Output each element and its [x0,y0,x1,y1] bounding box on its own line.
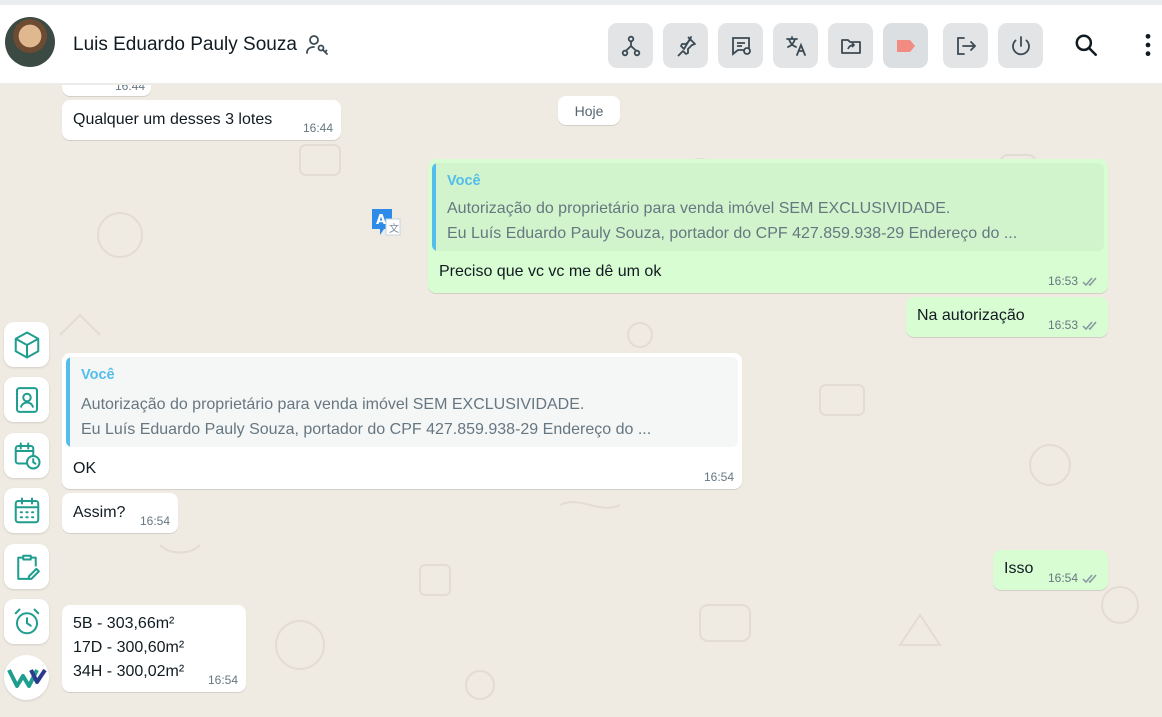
message-bubble-outgoing[interactable]: Na autorização 16:53 [906,297,1108,337]
contact-card-button[interactable] [4,377,49,422]
more-vert-icon [1145,33,1151,57]
message-bubble-incoming[interactable]: Você Autorização do proprietário para ve… [62,353,742,489]
message-bubble-outgoing[interactable]: Isso 16:54 [993,550,1108,590]
message-text: 5B - 303,66m² 17D - 300,60m² 34H - 300,0… [73,612,184,684]
more-menu-button[interactable] [1134,31,1162,59]
message-time: 16:44 [302,121,333,135]
app-logo-icon [6,668,47,688]
search-button[interactable] [1072,31,1100,59]
double-check-icon [1082,321,1097,330]
search-icon [1075,34,1097,56]
message-time: 16:53 [1048,318,1100,332]
message-text: Qualquer um desses 3 lotes [73,111,273,128]
app-logo-button[interactable] [4,655,49,700]
branch-button[interactable] [608,23,653,68]
quote-author: Você [81,367,115,383]
person-key-icon[interactable] [305,33,329,57]
lot-line: 17D - 300,60m² [73,639,185,656]
double-check-icon [1082,574,1097,583]
message-time: 16:54 [1048,571,1100,585]
message-bubble-incoming[interactable]: Assim? 16:54 [62,493,178,533]
translate-message-icon[interactable]: A 文 [370,207,402,239]
message-text: Assim? [73,504,126,521]
quote-line: Eu Luís Eduardo Pauly Souza, portador do… [447,225,1018,242]
quoted-message[interactable]: Você Autorização do proprietário para ve… [66,357,738,447]
pin-icon [676,35,696,57]
message-time: 16:53 [1048,274,1100,288]
message-text: Na autorização [917,307,1025,324]
cube-icon [14,331,39,358]
message-settings-button[interactable] [718,23,763,68]
message-bubble-incoming[interactable]: Qualquer um desses 3 lotes 16:44 [62,100,341,140]
forward-folder-button[interactable] [828,23,873,68]
avatar[interactable] [5,17,55,67]
quoted-message[interactable]: Você Autorização do proprietário para ve… [432,163,1104,251]
calendar-clock-icon [14,442,40,469]
quote-line: Autorização do proprietário para venda i… [447,200,951,217]
logout-icon [956,36,976,55]
contact-card-icon [15,386,38,413]
chat-header: Luis Eduardo Pauly Souza [0,5,1162,84]
quote-line: Autorização do proprietário para venda i… [81,396,585,413]
translate-button[interactable] [773,23,818,68]
power-icon [1011,35,1030,55]
quote-line: Eu Luís Eduardo Pauly Souza, portador do… [81,421,652,438]
branch-icon [621,35,640,56]
alarm-clock-button[interactable] [4,599,49,644]
clipboard-edit-button[interactable] [4,544,49,589]
pin-button[interactable] [663,23,708,68]
calendar-icon [14,497,39,523]
lot-line: 34H - 300,02m² [73,663,185,680]
lot-line: 5B - 303,66m² [73,615,175,632]
message-time: 16:44 [114,85,145,93]
translate-icon [785,35,806,56]
chat-area[interactable]: 16:44 Hoje Qualquer um desses 3 lotes 16… [0,85,1162,717]
date-separator: Hoje [558,96,620,125]
cube-button[interactable] [4,322,49,367]
svg-text:A: A [376,213,386,228]
message-text: Isso [1004,560,1034,577]
forward-folder-icon [840,38,861,54]
alarm-clock-icon [14,608,39,634]
message-settings-icon [731,36,751,56]
quote-accent-bar [66,357,70,447]
quote-accent-bar [432,163,436,251]
power-button[interactable] [998,23,1043,68]
calendar-clock-button[interactable] [4,433,49,478]
message-bubble-incoming[interactable]: 16:44 [62,85,151,96]
message-time: 16:54 [703,470,734,484]
label-button[interactable] [883,23,928,68]
message-time: 16:54 [207,673,238,687]
message-bubble-outgoing[interactable]: Você Autorização do proprietário para ve… [428,159,1108,293]
message-time: 16:54 [139,514,170,528]
logout-button[interactable] [943,23,988,68]
calendar-button[interactable] [4,488,49,533]
label-icon [896,39,915,52]
svg-text:文: 文 [389,222,399,235]
message-text: OK [73,460,97,477]
double-check-icon [1082,277,1097,286]
clipboard-edit-icon [16,554,40,580]
message-bubble-incoming[interactable]: 5B - 303,66m² 17D - 300,60m² 34H - 300,0… [62,605,246,692]
message-text: Preciso que vc vc me dê um ok [439,263,662,280]
contact-name[interactable]: Luis Eduardo Pauly Souza [73,34,297,56]
quote-author: Você [447,173,481,189]
